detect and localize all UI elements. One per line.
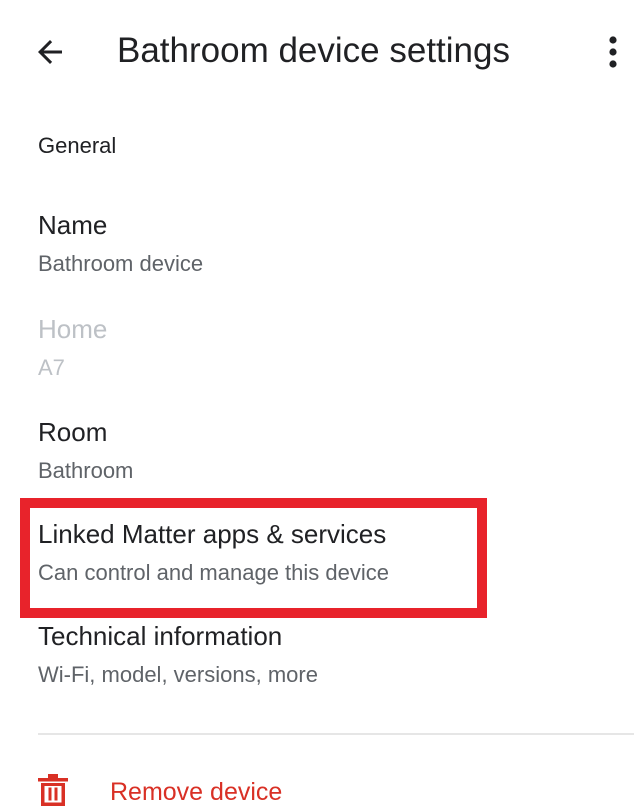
device-settings-screen: Bathroom device settings General Name Ba… xyxy=(0,0,638,811)
setting-title: Technical information xyxy=(38,621,283,651)
setting-row-name[interactable]: Name Bathroom device xyxy=(0,209,638,309)
page-title: Bathroom device settings xyxy=(117,31,510,70)
section-header-general: General xyxy=(38,133,117,158)
setting-title: Name xyxy=(38,210,108,240)
arrow-back-icon xyxy=(38,40,62,64)
remove-device-label: Remove device xyxy=(110,778,283,806)
setting-row-linked-matter-apps[interactable]: Linked Matter apps & services Can contro… xyxy=(0,518,638,618)
setting-value: Bathroom xyxy=(38,458,134,483)
back-button[interactable] xyxy=(26,28,74,76)
more-vert-icon xyxy=(609,36,617,68)
setting-title: Linked Matter apps & services xyxy=(38,519,387,549)
setting-value: A7 xyxy=(38,355,65,380)
setting-value: Wi-Fi, model, versions, more xyxy=(38,662,318,687)
setting-value: Can control and manage this device xyxy=(38,560,389,585)
setting-value: Bathroom device xyxy=(38,251,204,276)
setting-title: Home xyxy=(38,314,108,344)
setting-title: Room xyxy=(38,417,108,447)
setting-row-room[interactable]: Room Bathroom xyxy=(0,416,638,516)
setting-row-technical-information[interactable]: Technical information Wi-Fi, model, vers… xyxy=(0,620,638,720)
trash-icon xyxy=(38,774,68,806)
divider xyxy=(38,733,634,735)
remove-device-button[interactable]: Remove device xyxy=(0,755,638,811)
top-app-bar: Bathroom device settings xyxy=(0,0,638,104)
more-options-button[interactable] xyxy=(590,28,636,76)
setting-row-home: Home A7 xyxy=(0,313,638,413)
